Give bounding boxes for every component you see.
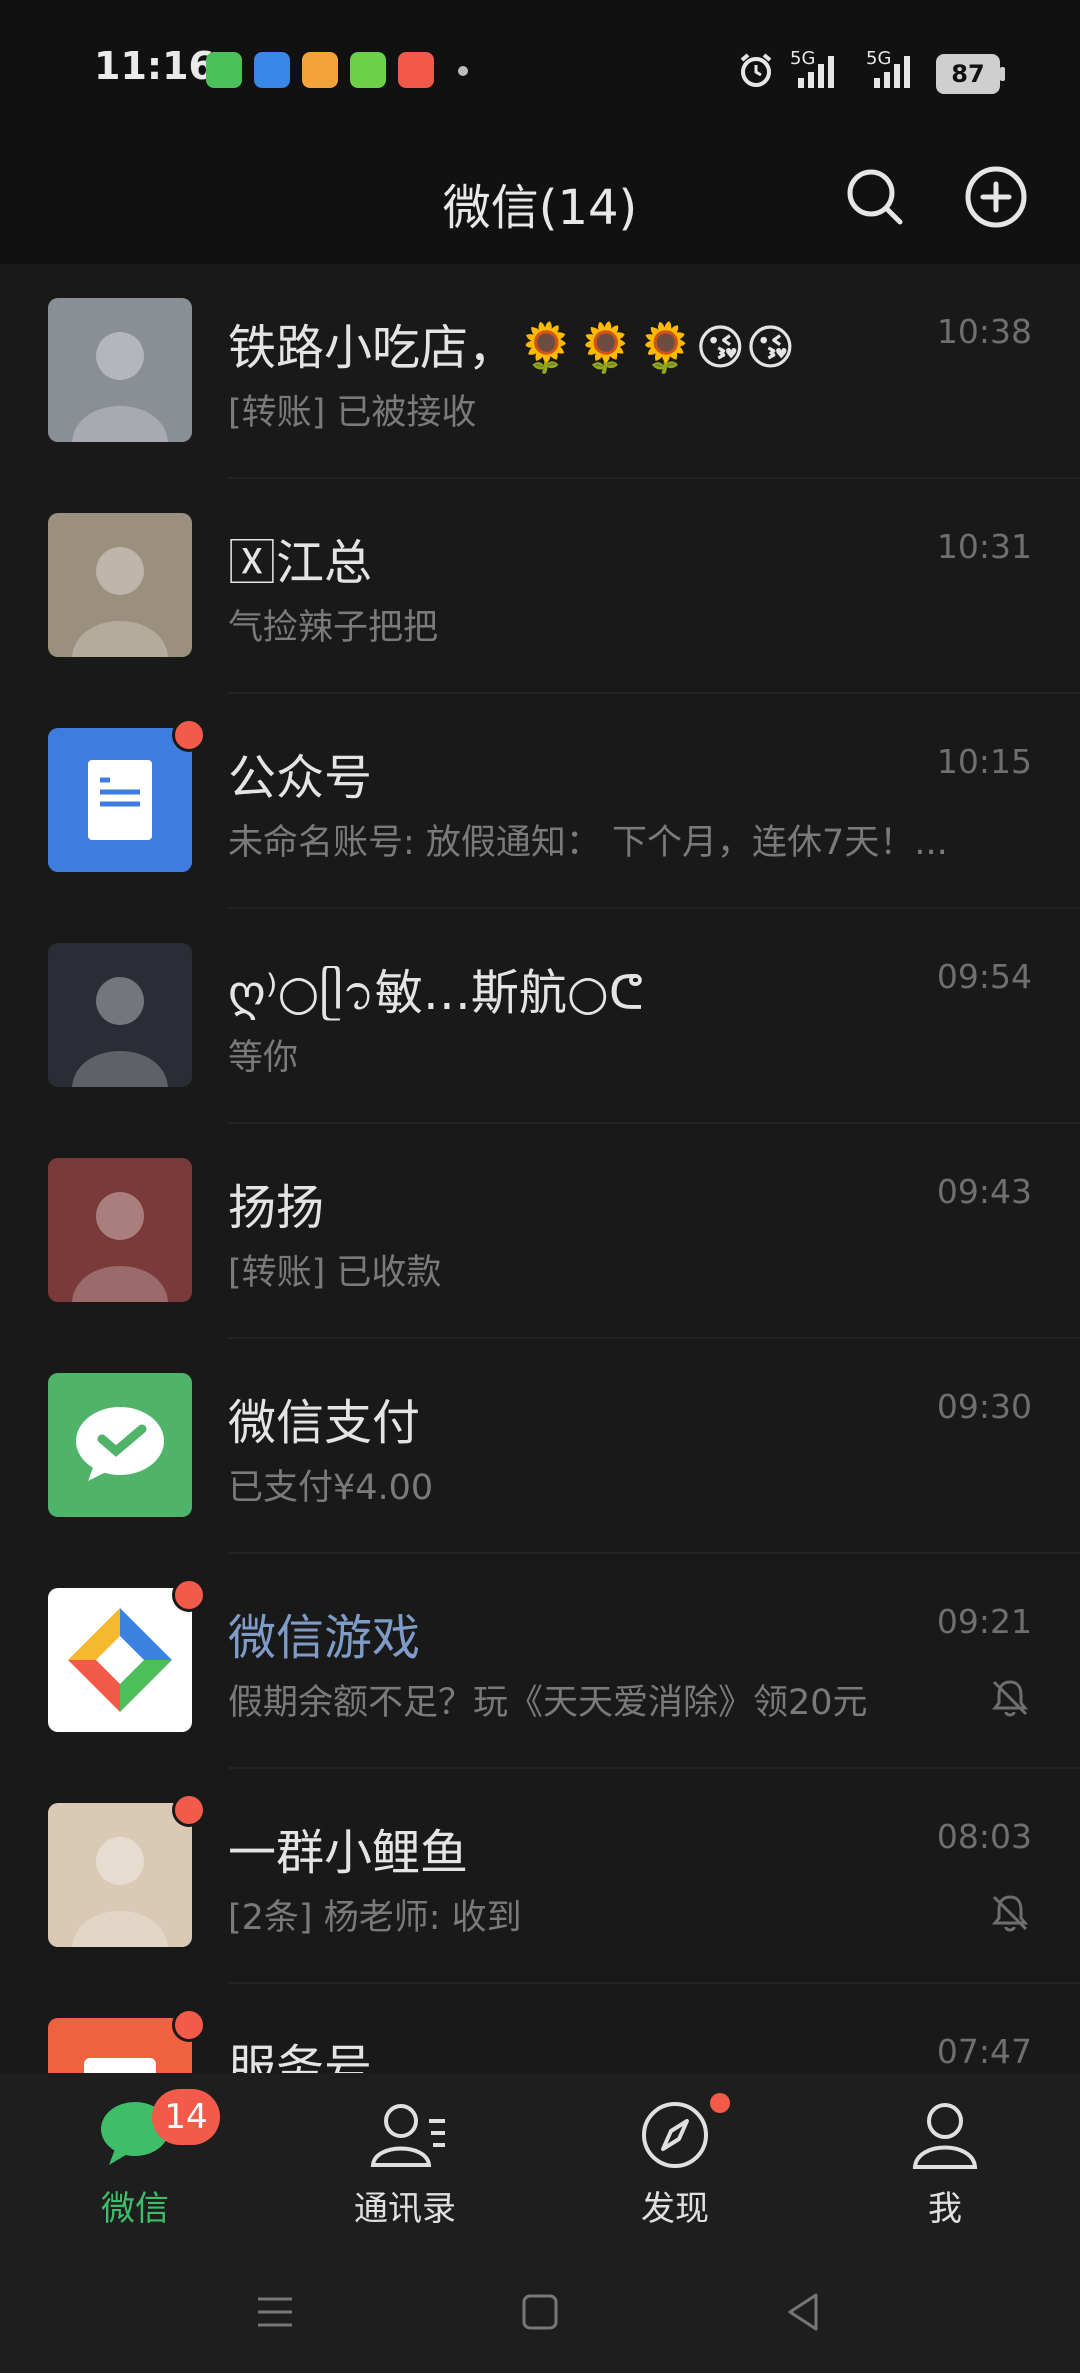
unread-dot (172, 1793, 206, 1827)
chat-last-message: 气捡辣子把把 (228, 608, 439, 648)
chat-timestamp: 09:30 (936, 1387, 1032, 1426)
chat-avatar[interactable] (48, 2018, 192, 2074)
tab-contacts[interactable]: 通讯录 (270, 2073, 540, 2253)
chat-row[interactable]: 🅇江总气捡辣子把把 10:31 (0, 479, 1080, 694)
chat-row[interactable]: 一群小鲤鱼 [2条] 杨老师: 收到 08:03 (0, 1769, 1080, 1984)
game-center-icon (68, 1608, 172, 1712)
service-icon (84, 2058, 156, 2074)
chat-last-message: 未命名账号: 放假通知： 下个月，连休7天！... (228, 823, 948, 863)
tab-label: 通讯录 (354, 2189, 456, 2229)
tab-chats[interactable]: 14 微信 (0, 2073, 270, 2253)
chat-timestamp: 10:38 (936, 312, 1032, 351)
contacts-icon (370, 2104, 445, 2167)
search-icon[interactable] (840, 162, 910, 232)
chat-last-message: 已支付¥4.00 (228, 1468, 434, 1508)
chat-name: 铁路小吃店，🌻🌻🌻😘😘 (228, 320, 796, 376)
system-navigation-bar (0, 2253, 1080, 2373)
chat-timestamp: 09:21 (936, 1602, 1032, 1641)
status-bar: 11:16 5G 5G 87 (0, 0, 1080, 140)
chat-last-message: [转账] 已被接收 (228, 393, 477, 433)
signal-icon-2 (874, 56, 910, 88)
wechat-pay-icon (76, 1407, 164, 1481)
chat-row[interactable]: 铁路小吃店，🌻🌻🌻😘😘 [转账] 已被接收 10:38 (0, 264, 1080, 479)
bottom-tab-bar: 14 微信 通讯录 发现 我 (0, 2073, 1080, 2253)
chat-avatar[interactable] (48, 1803, 192, 1947)
chat-timestamp: 09:54 (936, 957, 1032, 996)
chat-list: 铁路小吃店，🌻🌻🌻😘😘 [转账] 已被接收 10:38 🅇江总气捡辣子把把 10:31 公… (0, 264, 1080, 2074)
chat-last-message: [2条] 杨老师: 收到 (228, 1898, 522, 1938)
top-navigation-bar: 微信(14) (0, 140, 1080, 264)
photo-avatar-icon (72, 332, 168, 442)
chat-name: 微信支付 (228, 1395, 421, 1451)
unread-dot (172, 2008, 206, 2042)
chat-row[interactable]: 公众号未命名账号: 放假通知： 下个月，连休7天！... 10:15 (0, 694, 1080, 909)
photo-avatar-icon (72, 547, 168, 657)
chat-timestamp: 10:31 (936, 527, 1032, 566)
document-icon (88, 760, 152, 840)
chat-timestamp: 07:47 (936, 2032, 1032, 2071)
chat-row[interactable]: 服务号 07:47 (0, 1984, 1080, 2074)
chat-name: 一群小鲤鱼 (228, 1825, 469, 1881)
chat-row[interactable]: 微信支付已支付¥4.00 09:30 (0, 1339, 1080, 1554)
chat-avatar[interactable] (48, 1158, 192, 1302)
chat-avatar[interactable] (48, 513, 192, 657)
alarm-icon (740, 53, 772, 87)
messages-notification-icon (206, 52, 242, 88)
unread-badge: 14 (152, 2089, 220, 2145)
chat-row[interactable]: 扬扬 [转账] 已收款 09:43 (0, 1124, 1080, 1339)
video-notification-icon (302, 52, 338, 88)
chat-last-message: 假期余额不足？玩《天天爱消除》领20元 (228, 1683, 868, 1723)
tab-me[interactable]: 我 (810, 2073, 1080, 2253)
muted-bell-icon (991, 1895, 1029, 1932)
shopping-notification-icon (398, 52, 434, 88)
compass-icon (642, 2102, 708, 2168)
chat-name: 服务号 (228, 2040, 373, 2074)
profile-icon (912, 2103, 978, 2169)
status-time: 11:16 (94, 44, 215, 88)
tab-label: 微信 (101, 2189, 169, 2229)
photo-avatar-icon (72, 1837, 168, 1947)
unread-dot (172, 718, 206, 752)
tab-label: 我 (928, 2189, 962, 2229)
chat-last-message: 等你 (228, 1038, 299, 1078)
store-notification-icon (350, 52, 386, 88)
chat-name: 扬扬 (228, 1180, 325, 1236)
chat-timestamp: 10:15 (936, 742, 1032, 781)
chat-name: 公众号 (228, 750, 373, 806)
discover-notification-dot (710, 2093, 730, 2113)
chat-name: 🅇江总 (228, 535, 373, 591)
more-notifications-icon (458, 66, 468, 76)
photo-avatar-icon (72, 977, 168, 1087)
tab-label: 发现 (641, 2189, 709, 2229)
photo-avatar-icon (72, 1192, 168, 1302)
home-icon[interactable] (515, 2287, 565, 2337)
chat-row[interactable]: 微信游戏假期余额不足？玩《天天爱消除》领20元 09:21 (0, 1554, 1080, 1769)
chat-row[interactable]: ღ⁾○ᥫ᭡敏…斯航○ᕦ 等你 09:54 (0, 909, 1080, 1124)
tab-discover[interactable]: 发现 (540, 2073, 810, 2253)
app-notification-icon (254, 52, 290, 88)
signal-icon (798, 56, 834, 88)
menu-icon[interactable] (250, 2287, 300, 2337)
unread-dot (172, 1578, 206, 1612)
chat-avatar[interactable] (48, 298, 192, 442)
chat-last-message: [转账] 已收款 (228, 1253, 442, 1293)
back-icon[interactable] (780, 2287, 830, 2337)
chat-name: 微信游戏 (228, 1610, 421, 1666)
muted-bell-icon (991, 1680, 1029, 1717)
chat-avatar[interactable] (48, 943, 192, 1087)
add-plus-icon[interactable] (961, 162, 1031, 232)
chat-timestamp: 09:43 (936, 1172, 1032, 1211)
chat-avatar[interactable] (48, 1373, 192, 1517)
chat-timestamp: 08:03 (936, 1817, 1032, 1856)
chat-avatar[interactable] (48, 728, 192, 872)
battery-indicator: 87 (936, 54, 1005, 94)
chat-avatar[interactable] (48, 1588, 192, 1732)
page-title: 微信(14) (442, 180, 638, 236)
